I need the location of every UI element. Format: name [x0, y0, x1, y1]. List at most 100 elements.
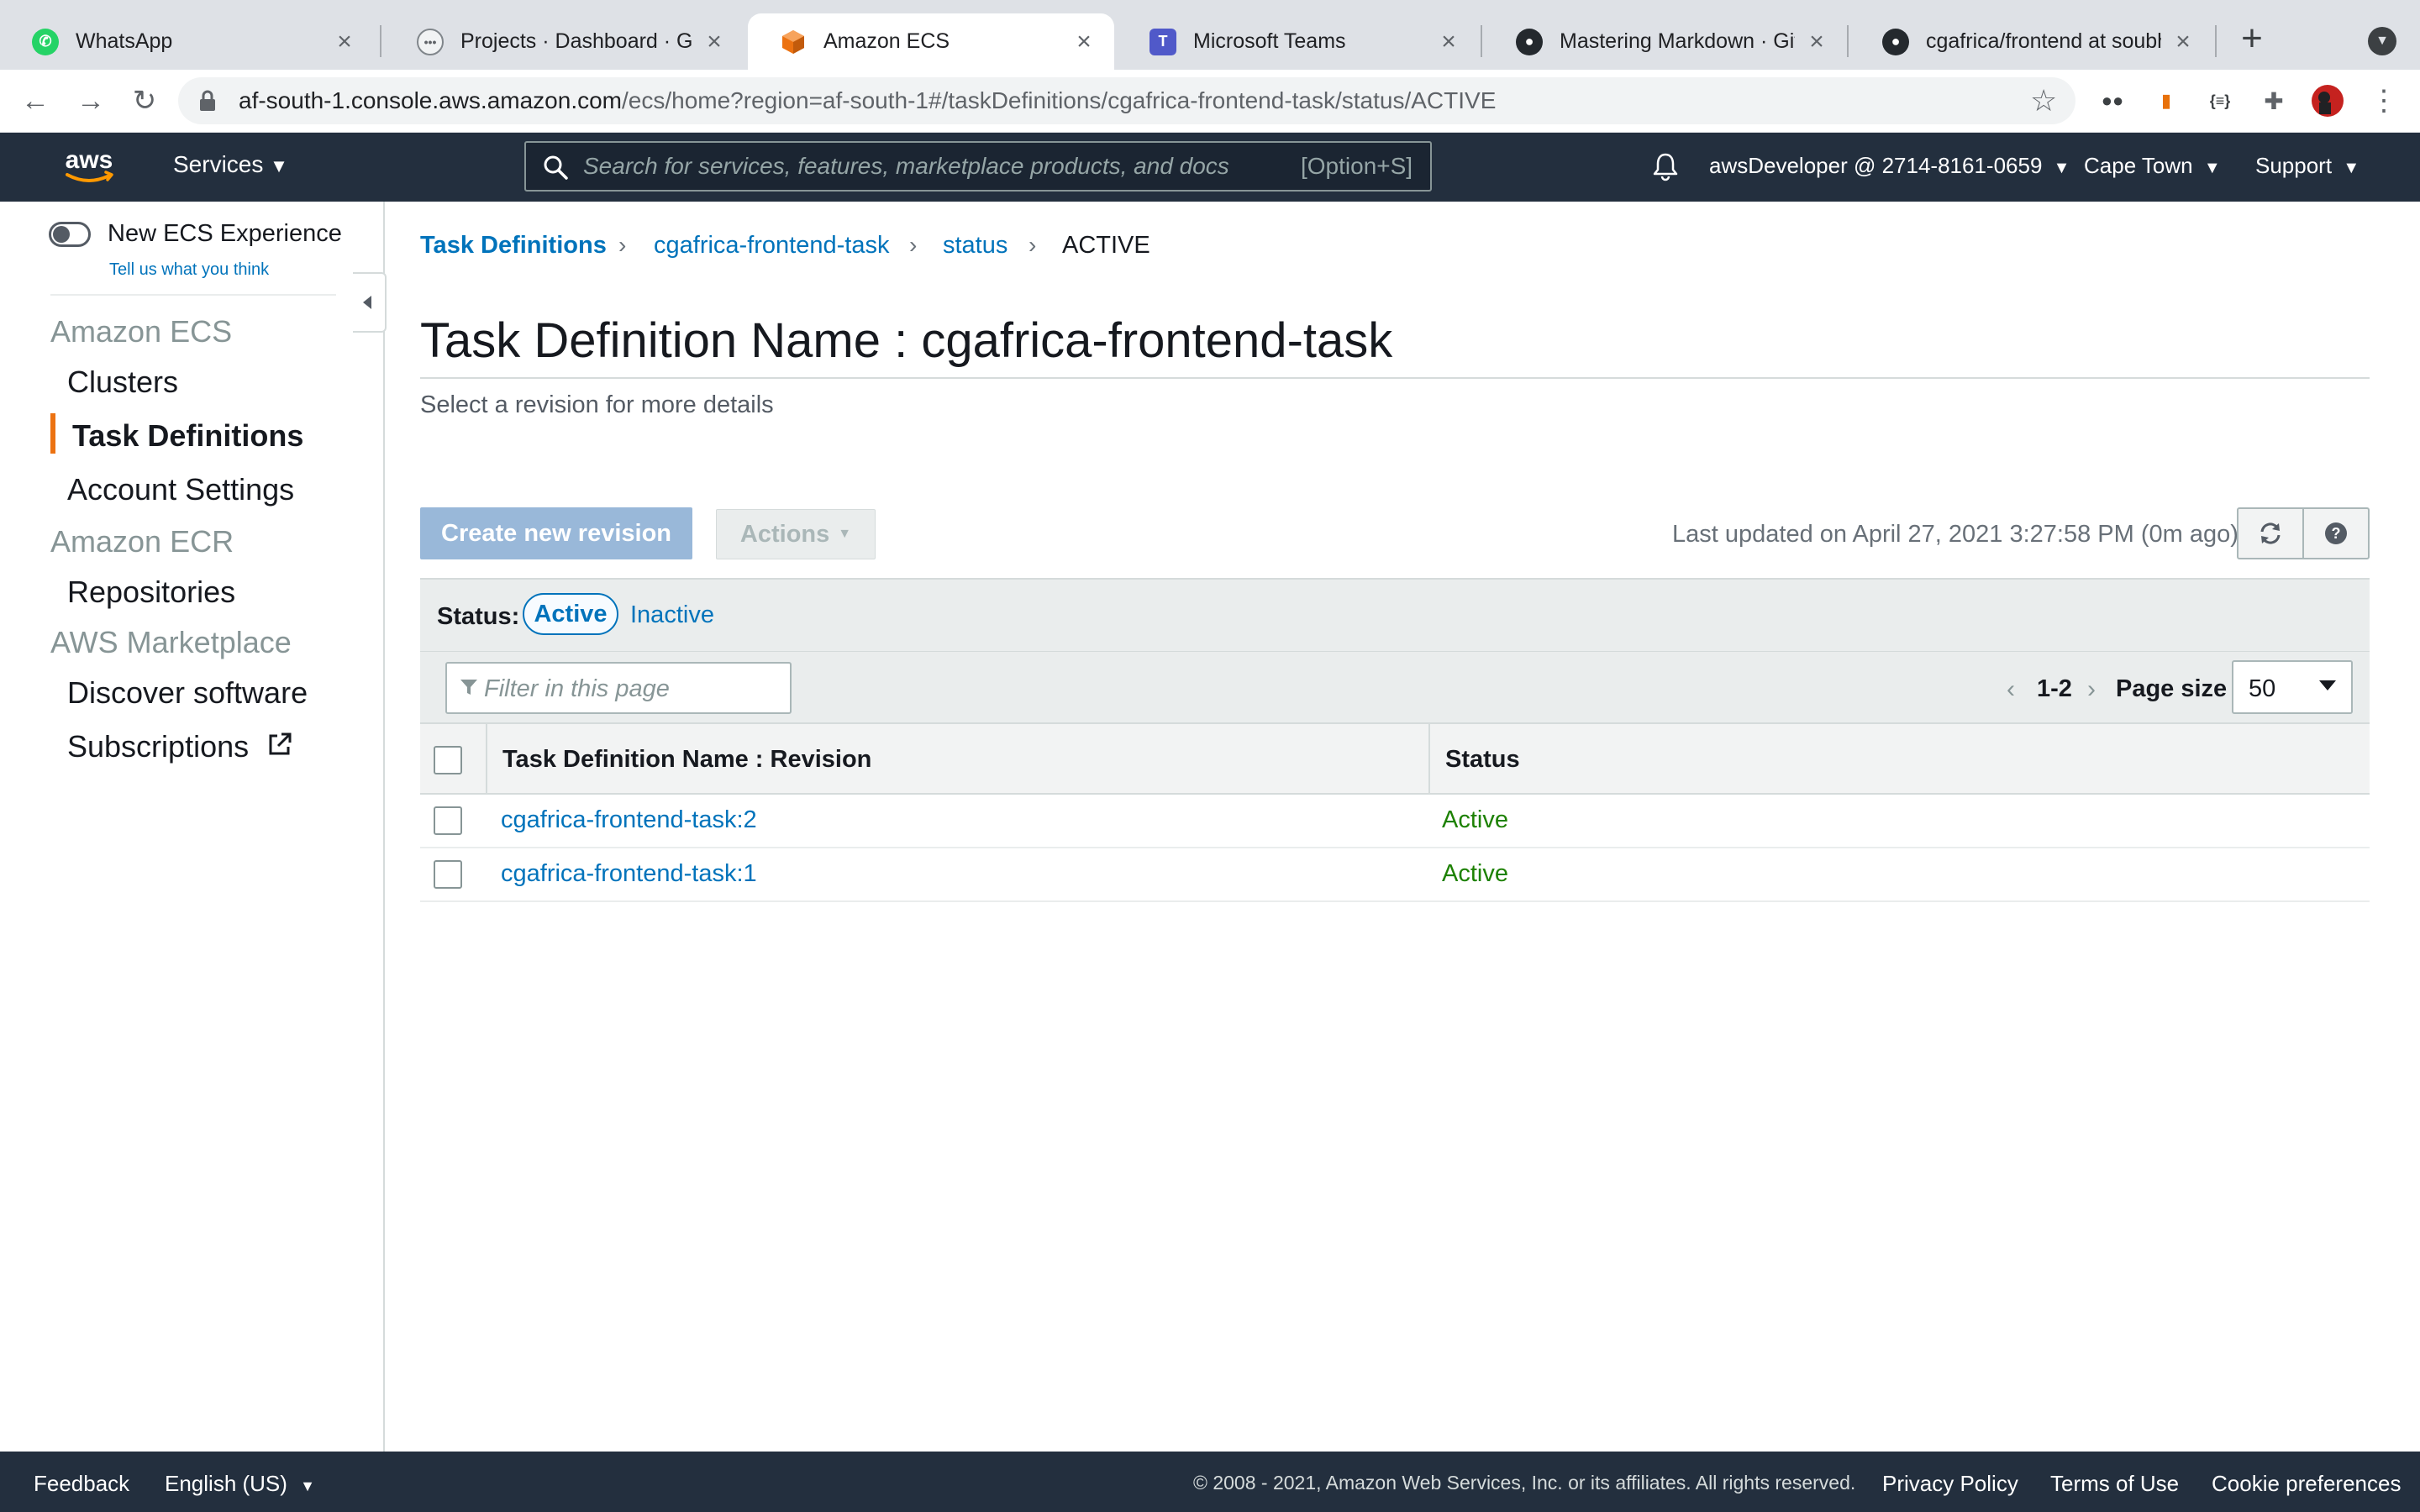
task-definition-revision-link[interactable]: cgafrica-frontend-task:2: [501, 806, 757, 834]
extension-json-icon[interactable]: {≡}: [2203, 84, 2237, 118]
refresh-button[interactable]: [2237, 507, 2304, 559]
last-updated-text: Last updated on April 27, 2021 3:27:58 P…: [1672, 521, 2238, 548]
footer-terms-of-use-link[interactable]: Terms of Use: [2050, 1471, 2179, 1497]
lock-icon[interactable]: [195, 88, 220, 113]
revision-status: Active: [1442, 806, 1508, 833]
caret-down-icon: ▼: [270, 155, 288, 176]
row-checkbox[interactable]: [434, 806, 462, 835]
breadcrumb-task-name[interactable]: cgafrica-frontend-task: [654, 232, 889, 260]
select-all-checkbox[interactable]: [434, 746, 462, 774]
tab-separator: [2215, 25, 2217, 57]
footer-cookie-preferences-link[interactable]: Cookie preferences: [2212, 1471, 2401, 1497]
browser-tab-whatsapp[interactable]: ✆ WhatsApp ×: [0, 13, 375, 70]
sidebar-section-amazon-ecr: Amazon ECR: [50, 524, 234, 559]
actions-dropdown-button[interactable]: Actions ▼: [716, 509, 876, 559]
status-filter-active-pill[interactable]: Active: [523, 593, 618, 635]
browser-tab-amazon-ecs[interactable]: Amazon ECS ×: [748, 13, 1114, 70]
status-filter-inactive-link[interactable]: Inactive: [630, 601, 714, 629]
toggle-knob: [53, 226, 70, 243]
sidebar-item-task-definitions[interactable]: Task Definitions: [72, 418, 303, 454]
sidebar-item-repositories[interactable]: Repositories: [67, 575, 235, 610]
tab-title: Amazon ECS: [823, 29, 950, 53]
aws-logo-text: aws: [66, 146, 113, 174]
footer-copyright: © 2008 - 2021, Amazon Web Services, Inc.…: [1193, 1472, 1856, 1494]
sidebar-item-clusters[interactable]: Clusters: [67, 365, 178, 400]
language-selector[interactable]: English (US) ▼: [165, 1471, 315, 1497]
services-menu[interactable]: Services ▼: [173, 151, 288, 178]
account-menu[interactable]: awsDeveloper @ 2714-8161-0659 ▼: [1709, 153, 2070, 179]
browser-tab-github-markdown[interactable]: ● Mastering Markdown · GitHub ×: [1484, 13, 1847, 70]
close-tab-icon[interactable]: ×: [1072, 29, 1096, 54]
footer-feedback-button[interactable]: Feedback: [34, 1471, 129, 1497]
browser-menu-icon[interactable]: ⋮: [2370, 84, 2398, 118]
back-arrow-icon[interactable]: ←: [17, 82, 54, 119]
caret-down-icon: ▼: [300, 1478, 315, 1494]
sidebar-item-account-settings[interactable]: Account Settings: [67, 472, 294, 507]
profile-avatar[interactable]: [2311, 84, 2344, 118]
notifications-bell-icon[interactable]: [1649, 150, 1682, 183]
feedback-link[interactable]: Tell us what you think: [109, 260, 269, 280]
region-menu[interactable]: Cape Town ▼: [2084, 153, 2221, 179]
sidebar-item-discover-software[interactable]: Discover software: [67, 675, 308, 711]
aws-ecs-icon: [780, 29, 807, 55]
page-size-label: Page size: [2116, 675, 2228, 702]
forward-arrow-icon[interactable]: →: [72, 82, 109, 119]
create-new-revision-button[interactable]: Create new revision: [420, 507, 692, 559]
new-experience-label: New ECS Experience: [108, 220, 342, 247]
aws-logo[interactable]: aws: [59, 144, 119, 188]
next-page-icon[interactable]: ›: [2087, 675, 2096, 704]
pagination-range: 1-2: [2037, 675, 2072, 702]
column-header-status[interactable]: Status: [1445, 746, 1520, 774]
filter-funnel-icon: [460, 680, 477, 695]
previous-page-icon[interactable]: ‹: [2007, 675, 2015, 704]
search-shortcut-hint: [Option+S]: [1301, 153, 1413, 179]
caret-down-icon: ▼: [2203, 159, 2221, 177]
github-icon: ●: [1516, 28, 1543, 55]
breadcrumb-chevron-icon: ›: [909, 232, 918, 258]
sidebar-item-subscriptions[interactable]: Subscriptions: [67, 729, 294, 764]
task-definition-revision-link[interactable]: cgafrica-frontend-task:1: [501, 860, 757, 888]
tab-title: Mastering Markdown · GitHub: [1560, 29, 1795, 53]
support-label: Support: [2255, 153, 2333, 178]
close-tab-icon[interactable]: ×: [2171, 29, 2195, 54]
url-text[interactable]: af-south-1.console.aws.amazon.com/ecs/ho…: [239, 87, 1496, 114]
tab-search-icon[interactable]: ▼: [2368, 27, 2396, 55]
tab-title: WhatsApp: [76, 29, 173, 53]
browser-tab-teams[interactable]: T Microsoft Teams ×: [1118, 13, 1479, 70]
extensions-puzzle-icon[interactable]: ✚: [2257, 84, 2291, 118]
ecs-sidebar: [0, 202, 385, 1452]
tab-separator: [1847, 25, 1849, 57]
close-tab-icon[interactable]: ×: [1437, 29, 1460, 54]
close-tab-icon[interactable]: ×: [1805, 29, 1828, 54]
active-indicator: [50, 413, 55, 454]
close-tab-icon[interactable]: ×: [702, 29, 726, 54]
browser-tab-github-frontend[interactable]: ● cgafrica/frontend at soubhagya ×: [1850, 13, 2213, 70]
extension-puzzle-group-icon[interactable]: ●●: [2096, 84, 2129, 118]
tab-separator: [380, 25, 381, 57]
support-menu[interactable]: Support ▼: [2255, 153, 2360, 179]
filter-placeholder: Filter in this page: [484, 675, 670, 702]
whatsapp-icon: ✆: [32, 28, 59, 55]
bookmark-star-icon[interactable]: ☆: [2030, 84, 2057, 118]
row-checkbox[interactable]: [434, 860, 462, 889]
breadcrumb-status[interactable]: status: [943, 232, 1007, 260]
caret-left-icon: [363, 296, 371, 309]
breadcrumb-task-definitions[interactable]: Task Definitions: [420, 232, 607, 260]
new-tab-button[interactable]: +: [2232, 20, 2272, 60]
region-label: Cape Town: [2084, 153, 2193, 178]
help-button[interactable]: ?: [2302, 507, 2370, 559]
svg-text:?: ?: [2332, 525, 2341, 542]
column-header-name-revision[interactable]: Task Definition Name : Revision: [502, 746, 871, 774]
reload-icon[interactable]: ↻: [126, 82, 163, 119]
breadcrumb-chevron-icon: ›: [1028, 232, 1037, 258]
revision-status: Active: [1442, 860, 1508, 887]
caret-down-icon: ▼: [2343, 159, 2360, 177]
search-placeholder: Search for services, features, marketpla…: [583, 153, 1229, 179]
extension-badge-icon[interactable]: ▮: [2149, 84, 2183, 118]
tab-title: cgafrica/frontend at soubhagya: [1926, 29, 2161, 53]
browser-tab-gitlab[interactable]: ••• Projects · Dashboard · GitLab ×: [385, 13, 744, 70]
close-tab-icon[interactable]: ×: [333, 29, 356, 54]
footer-privacy-policy-link[interactable]: Privacy Policy: [1882, 1471, 2018, 1497]
collapse-sidebar-button[interactable]: [353, 272, 387, 333]
sidebar-section-amazon-ecs: Amazon ECS: [50, 314, 233, 349]
